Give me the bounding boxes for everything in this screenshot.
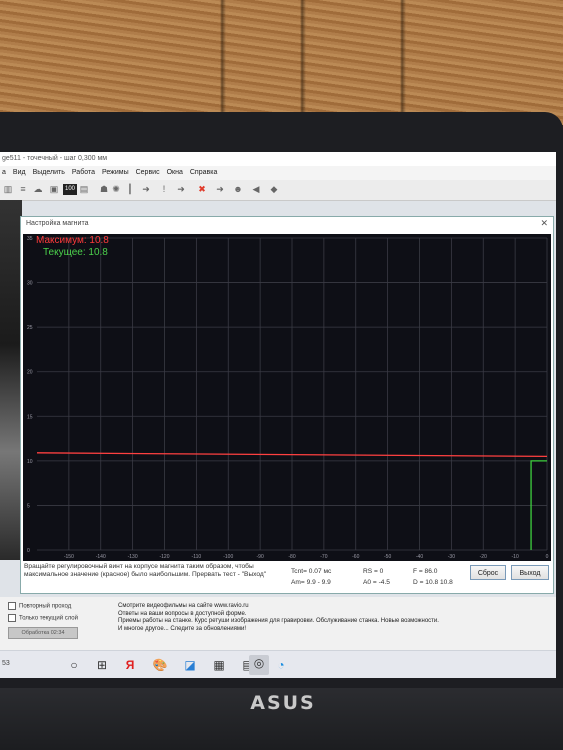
am-stat: Am= 9.9 - 9.9	[291, 579, 331, 586]
speaker-icon[interactable]: ◀	[250, 184, 262, 195]
app-swirl-icon[interactable]: ◎	[249, 655, 269, 675]
x-tick-label: -140	[96, 554, 106, 560]
chart-svg: -150 -140 -130 -120 -110 -100 -90 -80 -70 -60 -50-…	[27, 236, 549, 560]
x-tick-label: -90	[257, 554, 264, 560]
cloud-icon[interactable]: ☁	[32, 184, 44, 195]
menu-item[interactable]: Режимы	[102, 166, 129, 180]
menu-item[interactable]: Выделить	[33, 166, 65, 180]
reset-button[interactable]: Сброс	[470, 565, 506, 580]
tcnt-stat: Tcnt= 0.07 мс	[291, 568, 332, 575]
store-icon[interactable]: ◪	[182, 657, 198, 673]
a0-stat: A0 = -4.5	[363, 579, 390, 586]
instruction-text: Вращайте регулировочный винт на корпусе …	[24, 563, 267, 578]
y-tick-label: 0	[27, 548, 30, 554]
down-arrow-icon[interactable]: ➜	[140, 184, 152, 195]
right-arrow-icon[interactable]: ➜	[175, 184, 187, 195]
info-line: И многое другое... Следите за обновления…	[118, 625, 247, 632]
photos-icon[interactable]: ▦	[211, 657, 227, 673]
y-tick-label: 25	[27, 325, 33, 331]
y-tick-label: 30	[27, 281, 33, 287]
x-tick-label: -80	[288, 554, 295, 560]
asus-logo: ASUS	[250, 692, 316, 714]
f-stat: F = 86.0	[413, 568, 438, 575]
bottom-panel: Повторный проход Только текущий слой Обр…	[0, 597, 556, 651]
x-tick-label: -30	[448, 554, 455, 560]
sun-icon[interactable]: ✺	[110, 184, 122, 195]
lines-icon[interactable]: ≡	[17, 184, 29, 195]
x-tick-label: -60	[352, 554, 359, 560]
x-tick-label: -50	[384, 554, 391, 560]
y-tick-label: 5	[27, 503, 30, 509]
figure-icon[interactable]: ☗	[98, 184, 110, 195]
edge-icon[interactable]: ◔	[273, 657, 289, 673]
people-icon[interactable]: ☻	[232, 184, 244, 195]
y-tick-label: 15	[27, 414, 33, 420]
yandex-icon[interactable]: Я	[122, 657, 138, 673]
task-view-icon[interactable]: ⊞	[94, 657, 110, 673]
grid-100-icon[interactable]: 100	[63, 184, 77, 195]
close-icon[interactable]: ✕	[540, 218, 548, 229]
right-arrow-icon[interactable]: ➜	[214, 184, 226, 195]
x-tick-label: -20	[480, 554, 487, 560]
menu-item[interactable]: Сервис	[136, 166, 160, 180]
menu-item[interactable]: Работа	[72, 166, 95, 180]
current-readout: Текущее: 10.8	[43, 247, 108, 258]
y-tick-label: 20	[27, 370, 33, 376]
info-line: Смотрите видеофильмы на сайте www.ravio.…	[118, 603, 249, 609]
exclamation-icon[interactable]: !	[158, 184, 170, 195]
x-tick-label: -110	[192, 554, 202, 560]
d-stat: D = 10.8 10.8	[413, 579, 453, 586]
x-tick-label: -40	[416, 554, 423, 560]
current-layer-checkbox[interactable]: Только текущий слой	[8, 614, 78, 622]
x-tick-label: -130	[128, 554, 138, 560]
rs-stat: RS = 0	[363, 568, 384, 575]
book-icon[interactable]: ▤	[78, 184, 90, 195]
max-readout: Максимум: 10.8	[36, 235, 109, 246]
taskbar: 53 ○ ⊞ Я 🎨 ◪ ▦ ▤ ◎ ◔	[0, 650, 556, 678]
menu-item[interactable]: Вид	[13, 166, 26, 180]
background-image-preview	[0, 200, 22, 560]
info-text: Смотрите видеофильмы на сайте www.ravio.…	[118, 603, 548, 633]
repeat-pass-checkbox[interactable]: Повторный проход	[8, 602, 71, 610]
menu-item[interactable]: Справка	[190, 166, 217, 180]
processing-button[interactable]: Обработка 02:34	[8, 627, 78, 639]
magnet-setup-dialog: Настройка магнита ✕ -150 -140 -130 -120 -110…	[20, 216, 554, 594]
x-tick-label: -120	[159, 554, 169, 560]
windows-start-icon[interactable]: ○	[66, 657, 82, 673]
signal-graph: -150 -140 -130 -120 -110 -100 -90 -80 -70 -60 -50-…	[23, 234, 551, 561]
x-tick-label: -70	[320, 554, 327, 560]
diamond-icon[interactable]: ◆	[268, 184, 280, 195]
toolbar: ▥ ≡ ☁ ▣ 100 ▤ ☗ ✺ ┃ ➜! ➜ ✖ ➜ ☻ ◀ ◆	[0, 180, 556, 201]
taskbar-left-text: 53	[2, 660, 10, 667]
x-tick-label: -150	[64, 554, 74, 560]
x-tick-label: -10	[512, 554, 519, 560]
x-tick-label: -100	[223, 554, 233, 560]
app-title: ge511 - точечный - шаг 0,300 мм	[0, 152, 556, 166]
menu-item[interactable]: а	[2, 166, 6, 180]
info-line: Ответы на ваши вопросы в доступной форме…	[118, 610, 247, 617]
info-line: Приемы работы на станке. Курс ретуши изо…	[118, 618, 439, 625]
screen: ge511 - точечный - шаг 0,300 мм а Вид Выде…	[0, 152, 556, 678]
y-tick-label: 10	[27, 459, 33, 465]
columns-icon[interactable]: ▥	[2, 184, 14, 195]
paint-icon[interactable]: 🎨	[152, 657, 168, 673]
repeat-pass-label: Повторный проход	[19, 603, 72, 610]
exit-button[interactable]: Выход	[511, 565, 549, 580]
ruler-icon[interactable]: ┃	[124, 184, 136, 195]
current-layer-label: Только текущий слой	[19, 615, 78, 622]
y-tick-label: 35	[27, 236, 33, 242]
x-tick-label: 0	[546, 554, 549, 560]
wooden-wall	[0, 0, 563, 125]
menu-bar: а Вид Выделить Работа Режимы Сервис Окна Справк…	[0, 166, 556, 180]
menu-item[interactable]: Окна	[167, 166, 183, 180]
dialog-title: Настройка магнита	[26, 220, 89, 227]
x-icon[interactable]: ✖	[196, 184, 208, 195]
image-icon[interactable]: ▣	[48, 184, 60, 195]
